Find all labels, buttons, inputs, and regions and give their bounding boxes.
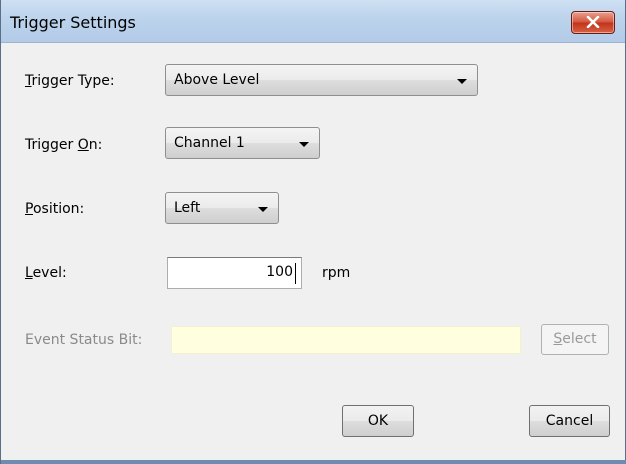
level-value: 100	[266, 264, 293, 280]
ok-button[interactable]: OK	[342, 405, 414, 437]
title-bar[interactable]: Trigger Settings	[1, 0, 625, 43]
position-label: Position:	[25, 201, 85, 217]
level-unit: rpm	[322, 265, 351, 281]
position-dropdown[interactable]: Left	[165, 192, 279, 224]
event-status-bit-label: Event Status Bit:	[25, 332, 143, 348]
trigger-type-label: Trigger Type:	[25, 73, 115, 89]
level-input[interactable]: 100	[167, 257, 302, 289]
trigger-on-label: Trigger On:	[25, 137, 103, 153]
trigger-type-dropdown[interactable]: Above Level	[165, 64, 478, 96]
close-icon	[586, 16, 600, 28]
trigger-on-dropdown[interactable]: Channel 1	[165, 127, 320, 159]
chevron-down-icon	[299, 142, 309, 147]
window-bottom-border	[1, 460, 626, 464]
cancel-button[interactable]: Cancel	[529, 405, 610, 437]
level-label: Level:	[25, 265, 67, 281]
trigger-on-value: Channel 1	[174, 135, 245, 151]
trigger-settings-dialog: Trigger Settings Trigger Type: Above Lev…	[0, 0, 626, 464]
event-status-bit-input	[171, 326, 521, 354]
trigger-type-value: Above Level	[174, 72, 260, 88]
select-button[interactable]: Select	[541, 324, 609, 355]
close-button[interactable]	[571, 11, 615, 34]
text-caret	[295, 263, 296, 284]
chevron-down-icon	[258, 207, 268, 212]
chevron-down-icon	[457, 79, 467, 84]
window-title: Trigger Settings	[10, 13, 136, 32]
position-value: Left	[174, 200, 201, 216]
